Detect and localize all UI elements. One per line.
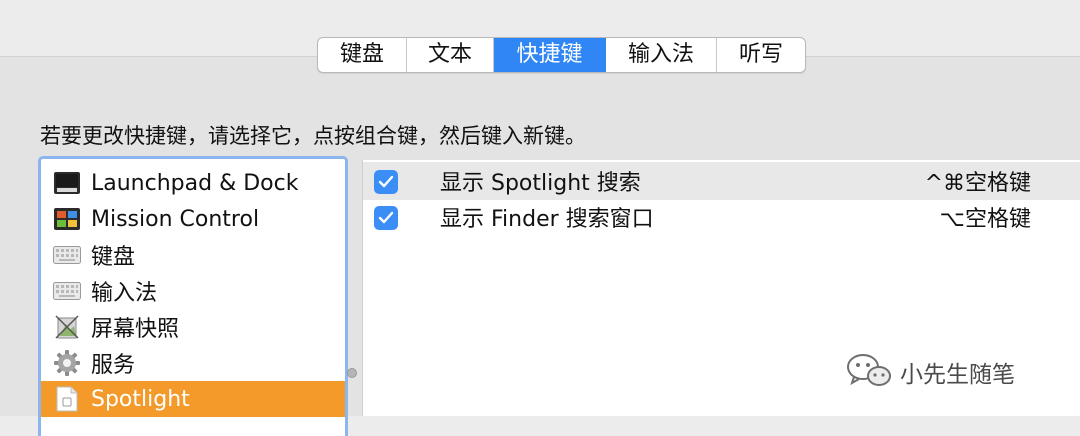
shortcut-label: 显示 Finder 搜索窗口 — [440, 207, 654, 232]
keyboard-icon — [53, 277, 81, 305]
mission-control-icon — [53, 205, 81, 233]
enable-checkbox[interactable] — [374, 170, 398, 194]
sidebar-item-label: 键盘 — [91, 245, 136, 270]
sidebar-item-spotlight[interactable]: Spotlight — [41, 381, 345, 417]
launchpad-dock-icon — [53, 169, 81, 197]
wechat-icon — [846, 352, 892, 392]
tab-text[interactable]: 文本 — [407, 38, 494, 72]
segmented-tab-bar: 键盘 文本 快捷键 输入法 听写 — [317, 37, 806, 73]
shortcut-keys[interactable]: ^⌘空格键 — [925, 165, 1031, 197]
watermark-text: 小先生随笔 — [900, 362, 1015, 388]
shortcut-category-list[interactable]: Launchpad & Dock Mission Control 键盘 输入法 … — [38, 156, 348, 436]
sidebar-item-services[interactable]: 服务 — [41, 345, 345, 381]
shortcut-row[interactable]: 显示 Spotlight 搜索 ^⌘空格键 — [363, 162, 1080, 200]
tab-dictation[interactable]: 听写 — [717, 38, 805, 72]
sidebar-item-label: Spotlight — [91, 386, 190, 412]
tab-keyboard[interactable]: 键盘 — [318, 38, 407, 72]
sidebar-item-mission-control[interactable]: Mission Control — [41, 201, 345, 237]
split-view-handle[interactable] — [347, 368, 357, 378]
checkmark-icon — [378, 175, 394, 188]
sidebar-item-label: Mission Control — [91, 206, 260, 232]
tab-input-sources[interactable]: 输入法 — [606, 38, 717, 72]
sidebar-item-label: Launchpad & Dock — [91, 170, 299, 196]
enable-checkbox[interactable] — [374, 206, 398, 230]
instruction-text: 若要更改快捷键，请选择它，点按组合键，然后键入新键。 — [40, 124, 586, 148]
keyboard-icon — [53, 241, 81, 269]
sidebar-item-label: 输入法 — [91, 281, 158, 306]
shortcut-label: 显示 Spotlight 搜索 — [440, 171, 641, 196]
sidebar-item-keyboard[interactable]: 键盘 — [41, 237, 345, 273]
sidebar-item-screenshots[interactable]: 屏幕快照 — [41, 309, 345, 345]
tab-shortcuts[interactable]: 快捷键 — [494, 38, 606, 72]
spotlight-document-icon — [53, 385, 81, 413]
sidebar-item-label: 服务 — [91, 353, 136, 378]
sidebar-item-input-sources[interactable]: 输入法 — [41, 273, 345, 309]
shortcut-row[interactable]: 显示 Finder 搜索窗口 ⌥空格键 — [363, 198, 1080, 236]
checkmark-icon — [378, 211, 394, 224]
sidebar-item-launchpad-dock[interactable]: Launchpad & Dock — [41, 165, 345, 201]
sidebar-item-label: 屏幕快照 — [91, 317, 180, 342]
watermark: 小先生随笔 — [846, 352, 1015, 392]
screenshot-icon — [53, 313, 81, 341]
gear-icon — [53, 349, 81, 377]
shortcut-keys[interactable]: ⌥空格键 — [940, 201, 1031, 233]
